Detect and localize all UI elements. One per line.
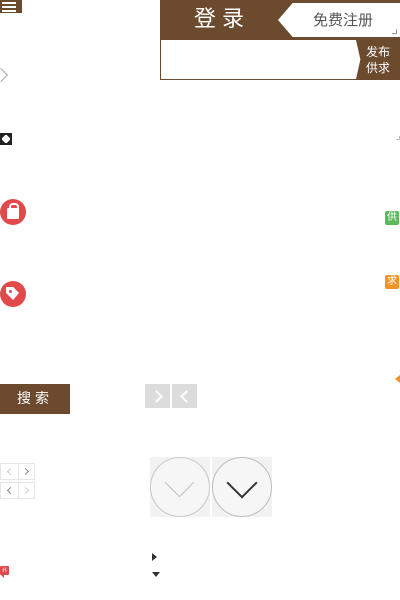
pager-small-b (0, 482, 35, 499)
circle-dropdown-inactive[interactable] (150, 457, 210, 517)
list-icon[interactable] (0, 0, 22, 13)
chevron-left-icon (180, 390, 193, 403)
chevron-down-circle-icon (226, 467, 258, 499)
circle-button[interactable] (150, 457, 210, 517)
orange-arrow-icon (395, 375, 400, 383)
caret-down-icon[interactable] (152, 572, 160, 577)
search-button[interactable]: 搜索 (0, 384, 70, 414)
publish-supply-demand-button[interactable]: 发布 供求 (356, 40, 400, 79)
publish-label-line2: 供求 (365, 61, 390, 75)
demand-badge[interactable]: 求 (385, 275, 399, 289)
circle-button[interactable] (212, 457, 272, 517)
chevron-right-icon (21, 486, 30, 495)
tick-icon (396, 136, 400, 140)
login-tab: 登录 免费注册 (160, 0, 400, 40)
publish-label-line1: 发布 (365, 45, 390, 59)
chevron-left-icon (6, 486, 15, 495)
pager-next-button[interactable] (18, 483, 35, 498)
chevron-right-icon (150, 390, 163, 403)
chevron-right-icon (21, 467, 30, 476)
supply-badge[interactable]: 供 (385, 211, 399, 225)
caret-right-icon[interactable] (152, 553, 157, 561)
chevron-down-circle-icon (164, 467, 195, 498)
pager-prev-button[interactable] (1, 483, 19, 498)
pager-small-a (0, 463, 35, 480)
expand-icon[interactable] (0, 133, 12, 145)
pager-next-button[interactable] (18, 464, 35, 479)
next-button[interactable] (145, 384, 170, 408)
prev-button[interactable] (172, 384, 197, 408)
chevron-right-outline-icon[interactable] (0, 67, 9, 83)
circle-dropdown-hover[interactable] (212, 457, 272, 517)
hot-badge: H (0, 566, 9, 578)
login-button[interactable]: 登录 (160, 0, 284, 40)
shopping-bag-icon[interactable] (0, 199, 26, 225)
login-panel: 发布 供求 (160, 40, 400, 80)
pager-prev-button[interactable] (1, 464, 19, 479)
tag-icon[interactable] (0, 281, 26, 307)
register-button[interactable]: 免费注册 (278, 3, 400, 37)
chevron-left-icon (6, 467, 15, 476)
